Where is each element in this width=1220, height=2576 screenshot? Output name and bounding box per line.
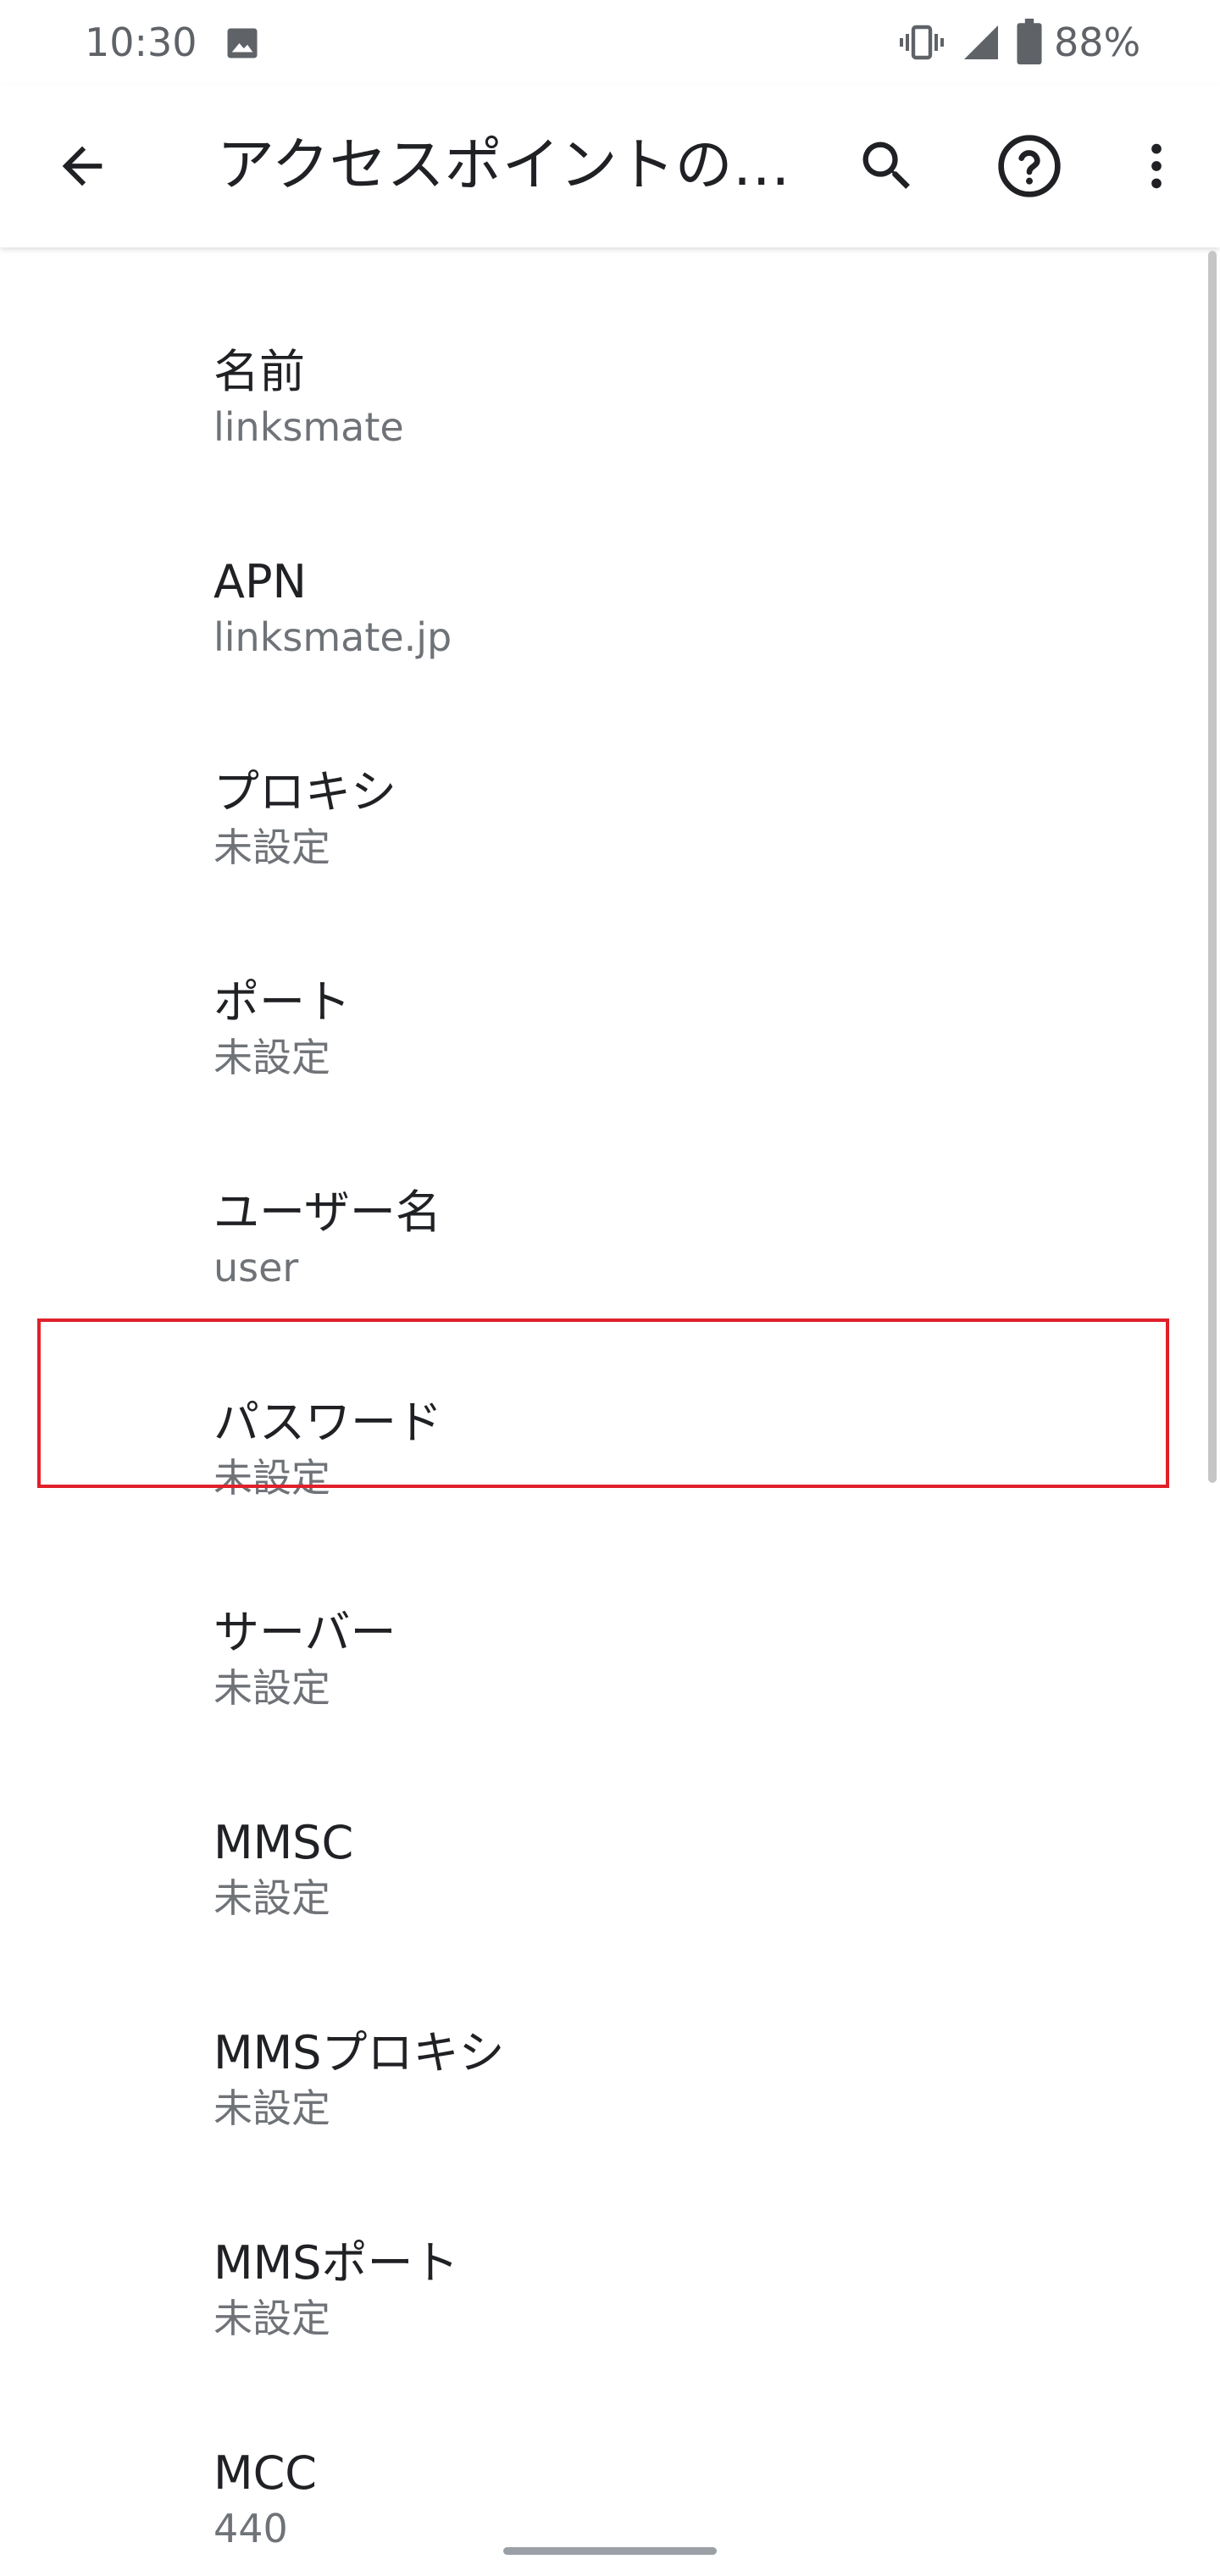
back-arrow-icon	[62, 146, 103, 186]
list-item-mms-port[interactable]: MMSポート 未設定	[0, 2186, 1186, 2396]
list-item-apn[interactable]: APN linksmate.jp	[0, 505, 1186, 715]
scrollbar[interactable]	[1208, 251, 1217, 1483]
highlight-box	[37, 1319, 1169, 1488]
list-item-mmsc[interactable]: MMSC 未設定	[0, 1766, 1186, 1976]
help-button[interactable]	[983, 119, 1076, 213]
search-button[interactable]	[840, 119, 934, 213]
item-title: MMSC	[214, 1816, 354, 1869]
page-title: アクセスポイントの…	[217, 132, 790, 199]
gallery-icon	[227, 28, 258, 58]
list-item-proxy[interactable]: プロキシ 未設定	[0, 715, 1186, 925]
list-item-name[interactable]: 名前 linksmate	[0, 295, 1186, 505]
status-bar: 10:30 88%	[0, 0, 1220, 85]
item-summary: user	[214, 1245, 299, 1291]
item-summary: 未設定	[214, 1875, 330, 1921]
item-summary: linksmate	[214, 404, 404, 450]
battery-icon	[1017, 19, 1042, 64]
home-indicator[interactable]	[503, 2547, 717, 2555]
item-summary: 未設定	[214, 2085, 330, 2131]
item-title: MMSプロキシ	[214, 2026, 505, 2079]
item-title: プロキシ	[214, 765, 396, 819]
list-item-server[interactable]: サーバー 未設定	[0, 1556, 1186, 1766]
item-title: サーバー	[214, 1606, 396, 1659]
item-title: APN	[214, 555, 307, 608]
list-item-mms-proxy[interactable]: MMSプロキシ 未設定	[0, 1976, 1186, 2186]
signal-icon	[964, 25, 998, 59]
help-icon	[998, 135, 1061, 197]
item-summary: 未設定	[214, 1035, 330, 1080]
item-summary: 未設定	[214, 2296, 330, 2341]
item-summary: 440	[214, 2506, 288, 2551]
item-title: MMSポート	[214, 2236, 459, 2290]
list-item-port[interactable]: ポート 未設定	[0, 925, 1186, 1135]
back-button[interactable]	[36, 119, 129, 213]
item-title: MCC	[214, 2446, 318, 2500]
vibrate-icon	[900, 25, 944, 60]
more-options-button[interactable]	[1110, 119, 1203, 213]
item-title: ポート	[214, 975, 351, 1029]
search-icon	[862, 142, 910, 189]
item-summary: 未設定	[214, 1665, 330, 1711]
battery-percent: 88%	[1054, 19, 1141, 65]
item-title: ユーザー名	[214, 1185, 441, 1239]
more-vert-icon	[1151, 143, 1162, 189]
item-summary: 未設定	[214, 824, 330, 870]
item-title: 名前	[214, 345, 305, 398]
app-bar: アクセスポイントの…	[0, 85, 1220, 247]
list-item-username[interactable]: ユーザー名 user	[0, 1135, 1186, 1346]
item-summary: linksmate.jp	[214, 614, 452, 660]
status-time: 10:30	[85, 19, 197, 65]
